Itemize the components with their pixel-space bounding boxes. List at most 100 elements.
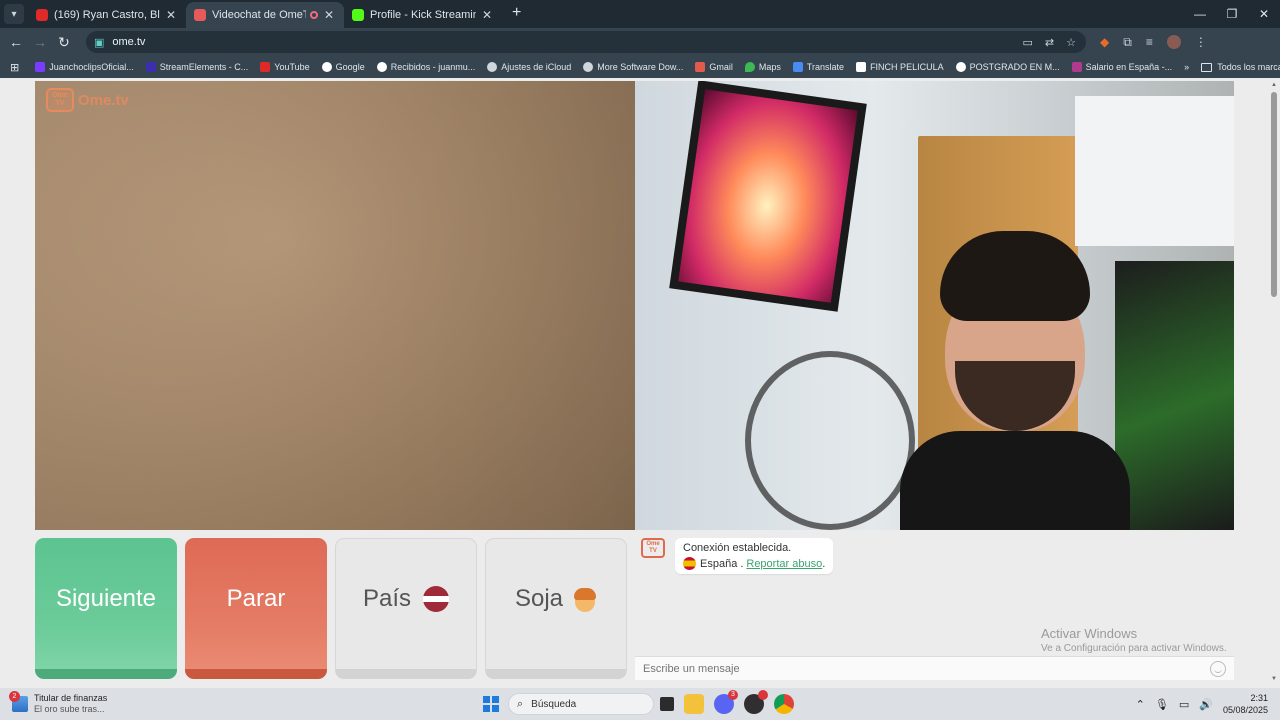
- bookmark-favicon-icon: [145, 62, 156, 72]
- video-tv: [669, 81, 867, 312]
- search-placeholder: Búsqueda: [531, 698, 577, 710]
- page-scrollbar[interactable]: ▲ ▼: [1270, 82, 1278, 682]
- taskbar-apps: 3: [660, 690, 794, 714]
- discord-icon[interactable]: 3: [714, 690, 738, 714]
- gender-filter-button[interactable]: Soja: [485, 538, 627, 679]
- close-window-icon[interactable]: ✕: [1248, 0, 1280, 28]
- taskbar-search[interactable]: ⌕ Búsqueda: [508, 693, 654, 715]
- new-tab-button[interactable]: +: [502, 4, 531, 28]
- address-bar[interactable]: ▣ ome.tv ▭ ⇄ ☆: [86, 31, 1086, 53]
- tab-ometv[interactable]: Videochat de OmeTV: uno ✕: [186, 2, 344, 28]
- bookmark-item[interactable]: Gmail: [695, 62, 733, 72]
- bookmark-label: Salario en España -...: [1085, 62, 1173, 72]
- bookmark-item[interactable]: Translate: [792, 62, 844, 72]
- bookmark-item[interactable]: YouTube: [260, 62, 310, 72]
- site-info-icon[interactable]: ▣: [94, 36, 104, 49]
- bookmark-label: StreamElements - C...: [159, 62, 249, 72]
- report-abuse-link[interactable]: Reportar abuso: [746, 558, 822, 570]
- tab-youtube[interactable]: (169) Ryan Castro, Blaiz Fayah ✕: [28, 2, 186, 28]
- person-hair: [940, 231, 1090, 321]
- extension-fox-icon[interactable]: ◆: [1100, 35, 1109, 49]
- bookmark-label: Recibidos - juanmu...: [390, 62, 476, 72]
- bookmark-item[interactable]: JuanchoclipsOficial...: [35, 62, 134, 72]
- tray-overflow-icon[interactable]: ⌃: [1136, 698, 1145, 711]
- scroll-down-icon[interactable]: ▼: [1270, 676, 1278, 682]
- close-tab-icon[interactable]: ✕: [322, 8, 336, 22]
- obs-recording-dot: [758, 690, 768, 700]
- news-subtitle: El oro sube tras...: [34, 704, 105, 714]
- bookmark-favicon-icon: [1071, 62, 1082, 72]
- obs-icon[interactable]: [744, 690, 768, 714]
- cast-icon[interactable]: ▭: [1023, 36, 1033, 49]
- gender-button-label: Soja: [514, 585, 564, 612]
- bookmark-item[interactable]: Google: [321, 62, 365, 72]
- volume-icon[interactable]: 🔊: [1199, 698, 1213, 711]
- task-view-icon[interactable]: [660, 697, 674, 711]
- video-person: [900, 231, 1130, 530]
- video-gaming-chair: [1115, 261, 1234, 530]
- browser-toolbar: ← → ↻ ▣ ome.tv ▭ ⇄ ☆ ◆ ⧉ ≡ ⋮: [0, 28, 1280, 56]
- watermark-title: Activar Windows: [1041, 626, 1138, 641]
- youtube-favicon-icon: [36, 9, 48, 21]
- bookmark-item[interactable]: FINCH PELICULA: [856, 62, 944, 72]
- video-texture: [35, 81, 635, 530]
- watermark-subtitle: Ve a Configuración para activar Windows.: [1041, 643, 1227, 654]
- reload-icon[interactable]: ↻: [52, 34, 76, 51]
- extensions-puzzle-icon[interactable]: ⧉: [1123, 35, 1132, 50]
- video-cabinet: [1075, 96, 1234, 246]
- country-filter-button[interactable]: País: [335, 538, 477, 679]
- ometv-favicon-icon: [194, 9, 206, 21]
- bookmark-item[interactable]: Maps: [744, 62, 781, 72]
- scroll-up-icon[interactable]: ▲: [1270, 82, 1278, 88]
- bookmark-item[interactable]: Salario en España -...: [1071, 62, 1173, 72]
- youtube-icon: [260, 62, 271, 72]
- report-end-text: .: [822, 557, 826, 570]
- news-title: Titular de finanzas: [34, 693, 108, 703]
- close-tab-icon[interactable]: ✕: [480, 8, 494, 22]
- network-icon[interactable]: ▭: [1179, 698, 1189, 711]
- forward-icon[interactable]: →: [28, 34, 52, 50]
- bookmark-star-icon[interactable]: ☆: [1066, 36, 1076, 49]
- video-bicycle: [745, 351, 915, 530]
- restore-icon[interactable]: ❐: [1216, 0, 1248, 28]
- close-tab-icon[interactable]: ✕: [164, 8, 178, 22]
- profile-avatar-icon[interactable]: [1166, 35, 1181, 49]
- bookmark-item[interactable]: StreamElements - C...: [145, 62, 249, 72]
- scroll-thumb[interactable]: [1271, 92, 1277, 297]
- clock[interactable]: 2:31 05/08/2025: [1223, 692, 1268, 716]
- system-tray: ⌃ 🎙 ▭ 🔊 2:31 05/08/2025: [1136, 688, 1280, 720]
- news-widget[interactable]: 2 Titular de finanzas El oro sube tras..…: [9, 691, 212, 715]
- media-controls-icon[interactable]: ≡: [1146, 35, 1153, 49]
- translate-icon: [792, 62, 803, 72]
- bookmarks-overflow-button[interactable]: »: [1184, 62, 1189, 72]
- bookmark-item[interactable]: Recibidos - juanmu...: [376, 62, 476, 72]
- tab-kick[interactable]: Profile - Kick Streaming ✕: [344, 2, 502, 28]
- bookmark-item[interactable]: More Software Dow...: [583, 62, 683, 72]
- translate-icon[interactable]: ⇄: [1045, 36, 1054, 49]
- country-flag-icon: [423, 586, 450, 612]
- message-bubble: Conexión establecida. España . Reportar …: [675, 538, 834, 574]
- menu-kebab-icon[interactable]: ⋮: [1195, 35, 1207, 49]
- bookmark-item[interactable]: POSTGRADO EN M...: [955, 62, 1060, 72]
- maps-pin-icon: [744, 62, 755, 72]
- globe-icon: [955, 62, 966, 72]
- ometv-logo[interactable]: Ome TV Ome.tv: [46, 88, 129, 112]
- next-button[interactable]: Siguiente: [35, 538, 177, 679]
- bookmark-item[interactable]: Ajustes de iCloud: [487, 62, 571, 72]
- back-icon[interactable]: ←: [4, 34, 28, 50]
- kick-favicon-icon: [352, 9, 364, 21]
- all-bookmarks-button[interactable]: Todos los marcadores: [1201, 62, 1280, 72]
- file-explorer-icon[interactable]: [684, 694, 704, 714]
- emoji-smile-icon[interactable]: [1210, 660, 1226, 677]
- chrome-icon[interactable]: [774, 694, 794, 714]
- minimize-icon[interactable]: —: [1184, 0, 1216, 28]
- tab-search-button[interactable]: ▾: [4, 4, 24, 24]
- stop-button[interactable]: Parar: [185, 538, 327, 679]
- system-message: Ome TV Conexión establecida. España . Re…: [641, 538, 834, 574]
- message-input[interactable]: [643, 662, 1210, 675]
- apps-grid-icon[interactable]: ⊞: [10, 61, 19, 74]
- tab-title: Profile - Kick Streaming: [370, 9, 476, 21]
- windows-start-icon[interactable]: [483, 696, 499, 712]
- person-beard: [955, 361, 1075, 431]
- microphone-icon[interactable]: 🎙: [1155, 698, 1169, 711]
